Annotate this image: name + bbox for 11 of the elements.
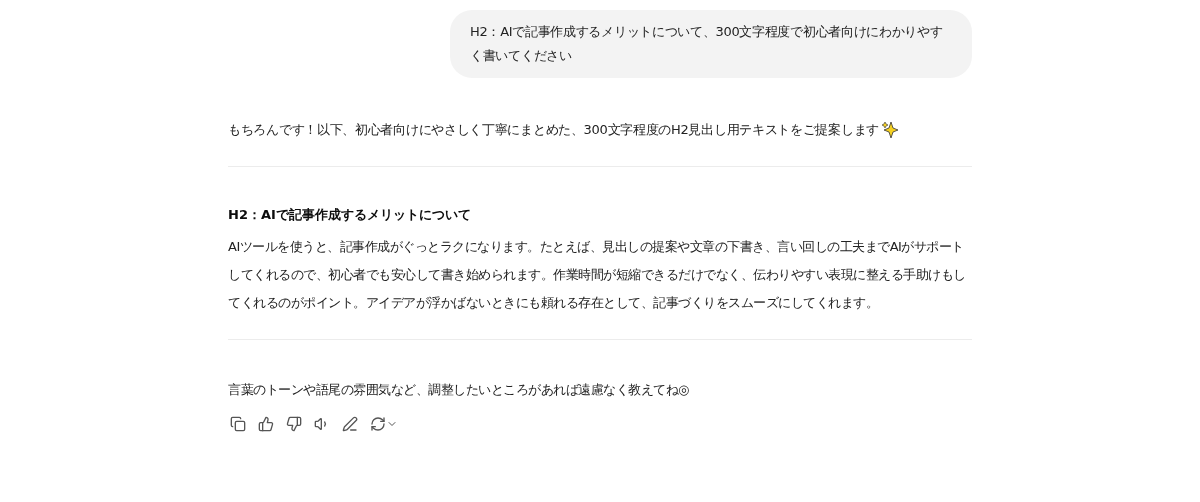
closing-text: 言葉のトーンや語尾の雰囲気など、調整したいところがあれば遠慮なく教えてね◎: [228, 381, 690, 399]
thumbs-down-button[interactable]: [284, 414, 304, 434]
refresh-icon: [370, 416, 386, 432]
body-paragraph: AIツールを使うと、記事作成がぐっとラクになります。たとえば、見出しの提案や文章の下書き、言い回しの工夫までAIがサポートしてくれるので、初心者でも安心して書き始められます。作業時間が短縮できるだけでなく、伝わりやすい表現に整える手助けもしてくれるのがポイント。アイデアが浮かばないときにも頼れる存在として、記事づくりをスムーズにしてくれます。: [228, 238, 967, 312]
user-message: H2：AIで記事作成するメリットについて、300文字程度で初心者向けにわかりやすく書いてください: [450, 10, 972, 78]
copy-button[interactable]: [228, 414, 248, 434]
sparkles-icon: [880, 121, 899, 139]
intro-text: もちろんです！以下、初心者向けにやさしく丁寧にまとめた、300文字程度のH2見出し用テキストをご提案します: [228, 121, 879, 139]
section-heading: H2：AIで記事作成するメリットについて: [228, 206, 472, 224]
edit-button[interactable]: [340, 414, 360, 434]
thumbs-up-button[interactable]: [256, 414, 276, 434]
